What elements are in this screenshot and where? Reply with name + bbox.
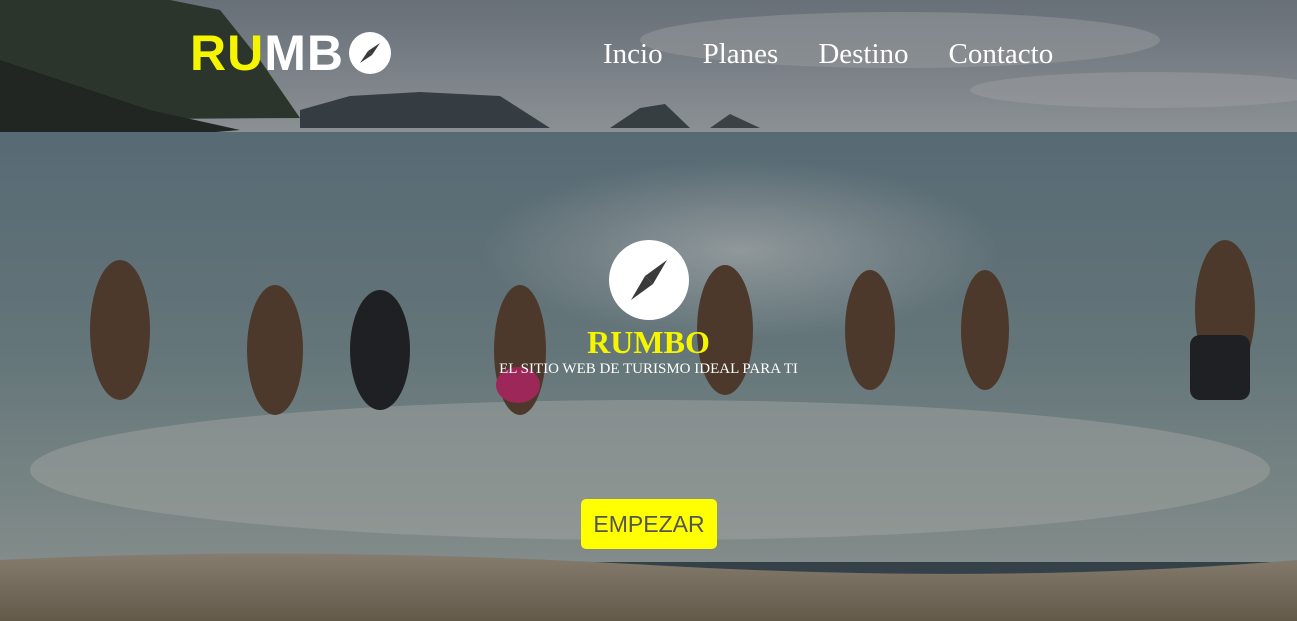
start-button[interactable]: EMPEZAR <box>581 499 717 549</box>
logo-text-mb: MB <box>264 25 344 81</box>
hero-tagline: EL SITIO WEB DE TURISMO IDEAL PARA TI <box>499 361 798 377</box>
nav-link-contacto[interactable]: Contacto <box>949 34 1054 74</box>
site-logo[interactable]: RU MB <box>190 28 392 78</box>
logo-text-ru: RU <box>190 25 265 81</box>
main-nav: Incio Planes Destino Contacto <box>603 34 1053 74</box>
compass-icon <box>348 32 391 74</box>
nav-link-destino[interactable]: Destino <box>818 34 908 74</box>
hero-title: RUMBO <box>587 324 710 360</box>
nav-link-inicio[interactable]: Incio <box>603 34 663 74</box>
nav-link-planes[interactable]: Planes <box>703 34 779 74</box>
compass-icon <box>609 240 689 320</box>
hero-section: RU MB Incio Planes Destino Contacto RUMBO… <box>0 0 1297 621</box>
